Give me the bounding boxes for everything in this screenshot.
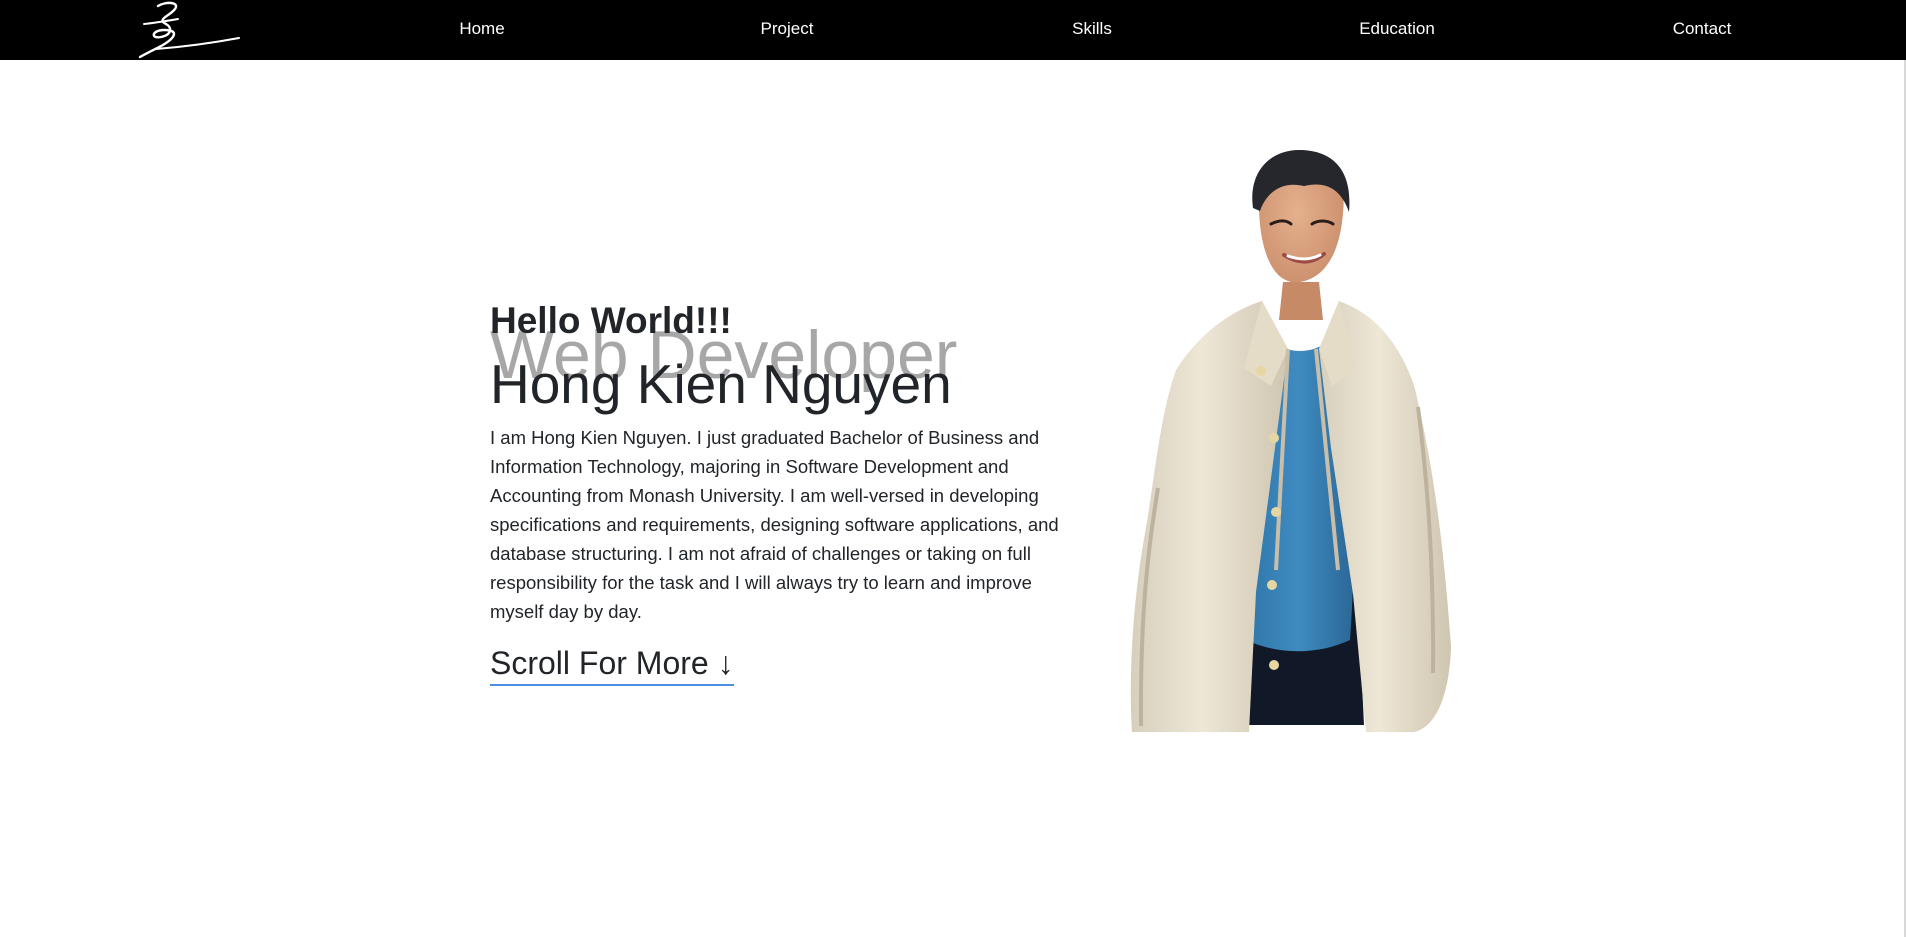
signature-logo[interactable]: [136, 0, 242, 60]
portfolio-page: Home Project Skills Education Contact He…: [0, 0, 1906, 937]
portrait-photo: [1130, 150, 1451, 732]
scroll-for-more-link[interactable]: Scroll For More ↓: [490, 645, 734, 686]
nav-item-education[interactable]: Education: [1359, 19, 1435, 39]
hero-bio: I am Hong Kien Nguyen. I just graduated …: [490, 427, 1059, 622]
nav-item-home[interactable]: Home: [459, 19, 504, 39]
top-navbar: Home Project Skills Education Contact: [0, 0, 1906, 60]
nav-item-contact[interactable]: Contact: [1673, 19, 1732, 39]
nav-item-skills[interactable]: Skills: [1072, 19, 1112, 39]
hero-greeting: Hello World!!!: [490, 300, 732, 341]
hero-name: Hong Kien Nguyen: [490, 353, 952, 415]
nav-item-project[interactable]: Project: [761, 19, 814, 39]
